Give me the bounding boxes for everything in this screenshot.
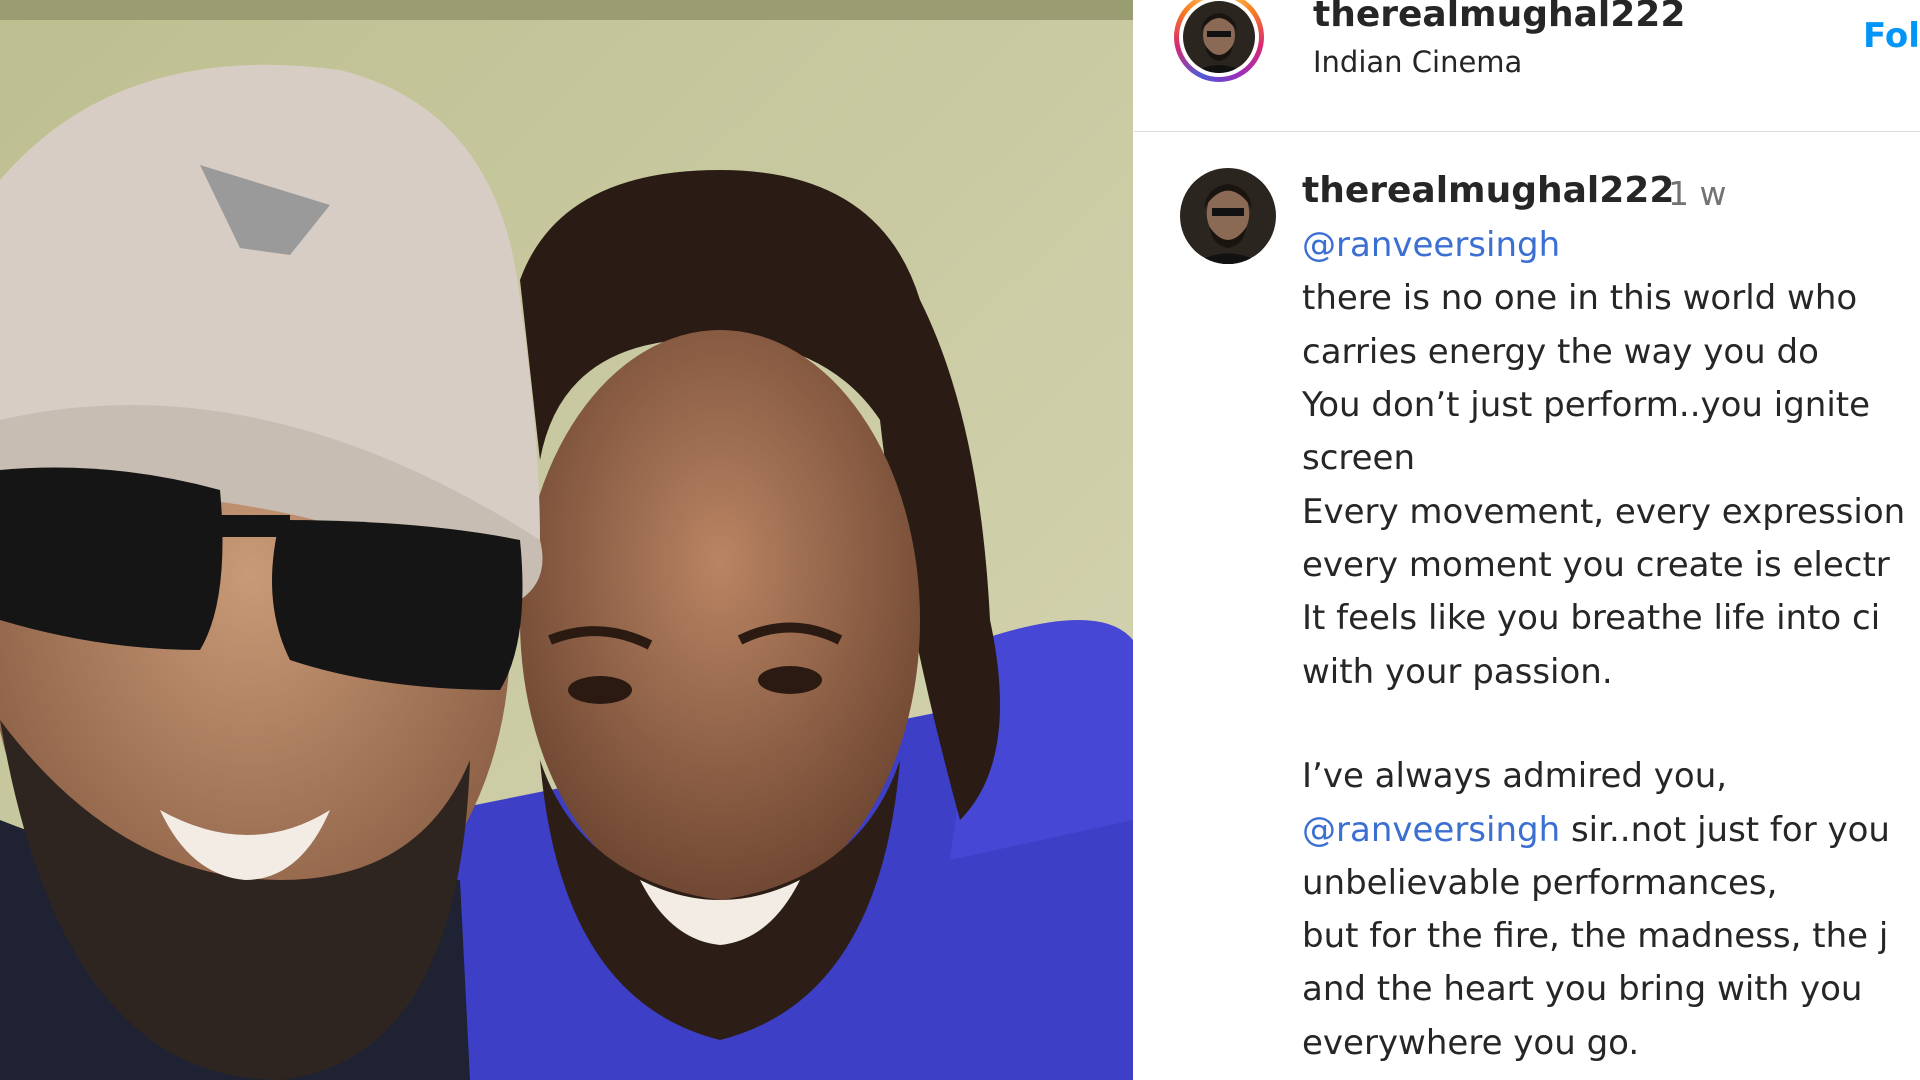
- caption-line: unbelievable performances,: [1302, 863, 1777, 903]
- caption-line: with your passion.: [1302, 652, 1613, 692]
- post-photo[interactable]: [0, 0, 1133, 1080]
- caption-text: there is no one in this world who: [1302, 278, 1858, 318]
- caption-text: screen: [1302, 438, 1416, 478]
- caption-text: everywhere you go.: [1302, 1023, 1640, 1063]
- caption-text: I’ve always admired you,: [1302, 756, 1728, 796]
- header-subtitle[interactable]: Indian Cinema: [1313, 45, 1522, 79]
- caption-text: carries energy the way you do: [1302, 332, 1819, 372]
- mention-link[interactable]: @ranveersingh: [1302, 810, 1560, 850]
- caption-line: You don’t just perform..you ignite: [1302, 385, 1870, 425]
- caption-text: every moment you create is electr: [1302, 545, 1890, 585]
- caption-line: screen: [1302, 438, 1415, 478]
- post-header: therealmughal222 Indian Cinema Fol: [1134, 0, 1920, 132]
- comment-avatar[interactable]: [1180, 168, 1276, 264]
- post-side-panel: therealmughal222 Indian Cinema Fol there…: [1134, 0, 1920, 1080]
- caption-line: @ranveersingh sir..not just for you: [1302, 810, 1890, 850]
- comment-timestamp[interactable]: 1 w: [1668, 174, 1726, 213]
- caption-text: sir..not just for you: [1560, 810, 1890, 850]
- comment-avatar-image: [1180, 168, 1276, 264]
- caption-text: unbelievable performances,: [1302, 863, 1778, 903]
- instagram-post-view: therealmughal222 Indian Cinema Fol there…: [0, 0, 1920, 1080]
- caption-comment: therealmughal222 1 w @ranveersingh there…: [1134, 132, 1920, 1080]
- caption-line: I’ve always admired you,: [1302, 756, 1727, 796]
- caption-line: and the heart you bring with you: [1302, 969, 1862, 1009]
- follow-button[interactable]: Fol: [1863, 16, 1920, 56]
- header-username[interactable]: therealmughal222: [1313, 0, 1685, 35]
- avatar[interactable]: [1183, 1, 1255, 73]
- caption-text: Every movement, every expression: [1302, 492, 1906, 532]
- caption-text: and the heart you bring with you: [1302, 969, 1863, 1009]
- caption-text: It feels like you breathe life into ci: [1302, 598, 1881, 638]
- caption-line: It feels like you breathe life into ci: [1302, 598, 1880, 638]
- story-ring[interactable]: [1174, 0, 1264, 82]
- caption-line: but for the fire, the madness, the j: [1302, 916, 1888, 956]
- caption-text: with your passion.: [1302, 652, 1613, 692]
- mention-link[interactable]: @ranveersingh: [1302, 225, 1560, 265]
- caption-line: Every movement, every expression: [1302, 492, 1905, 532]
- avatar-image: [1183, 1, 1255, 73]
- caption-line: there is no one in this world who: [1302, 278, 1857, 318]
- caption-text: but for the fire, the madness, the j: [1302, 916, 1889, 956]
- caption-line: everywhere you go.: [1302, 1023, 1639, 1063]
- caption-text: You don’t just perform..you ignite: [1302, 385, 1871, 425]
- post-photo-illustration: [0, 0, 1133, 1080]
- comment-username[interactable]: therealmughal222: [1302, 170, 1674, 211]
- caption-line: every moment you create is electr: [1302, 545, 1890, 585]
- story-ring-inner: [1179, 0, 1259, 77]
- caption-line: @ranveersingh: [1302, 225, 1560, 265]
- caption-line: carries energy the way you do: [1302, 332, 1819, 372]
